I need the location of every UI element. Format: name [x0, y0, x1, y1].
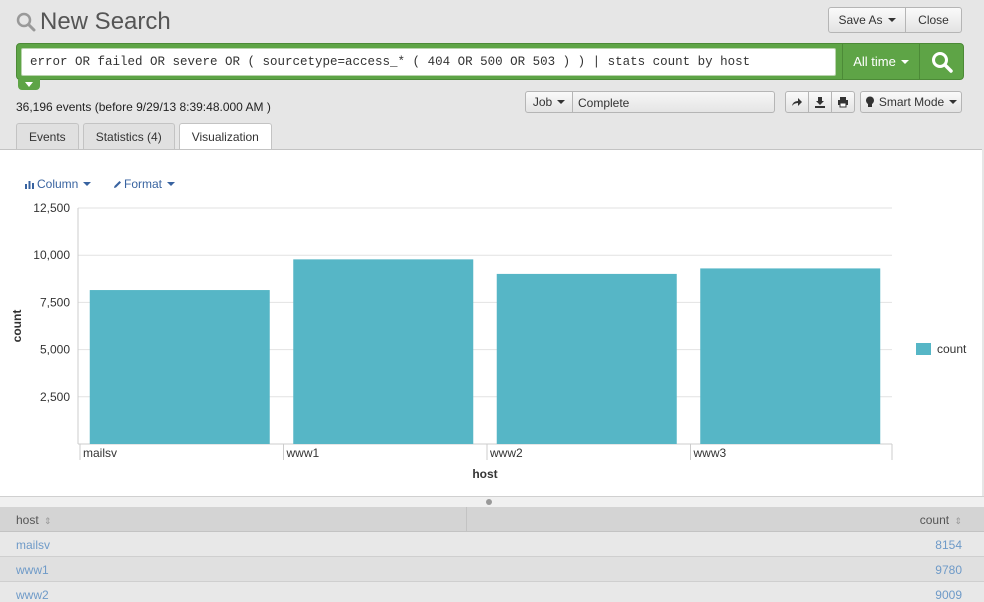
x-tick-label: www3 [693, 446, 727, 460]
y-tick-label: 12,500 [33, 201, 70, 215]
close-button[interactable]: Close [905, 7, 962, 33]
table-row: www1 9780 [0, 557, 984, 582]
search-input[interactable]: error OR failed OR severe OR ( sourcetyp… [21, 48, 836, 76]
print-icon [838, 97, 848, 108]
search-icon [932, 51, 953, 73]
sort-icon: ⇕ [44, 516, 52, 526]
close-label: Close [918, 13, 949, 27]
save-as-label: Save As [838, 13, 883, 27]
job-menu-button[interactable]: Job [525, 91, 573, 113]
search-mode-label: Smart Mode [878, 95, 945, 109]
y-tick-label: 5,000 [40, 343, 70, 357]
share-icon [792, 98, 802, 106]
sort-icon: ⇕ [954, 516, 962, 526]
share-button[interactable] [785, 91, 809, 113]
event-count: 36,196 events (before 9/29/13 8:39:48.00… [16, 100, 271, 114]
x-tick-label: www2 [489, 446, 523, 460]
export-button[interactable] [808, 91, 832, 113]
save-as-button[interactable]: Save As [828, 7, 906, 33]
table-row: mailsv 8154 [0, 532, 984, 557]
legend-swatch [916, 343, 931, 355]
print-button[interactable] [831, 91, 855, 113]
bar [496, 273, 677, 444]
chevron-down-icon [557, 100, 566, 104]
search-mode-button[interactable]: Smart Mode [860, 91, 962, 113]
page-title: New Search [40, 8, 171, 35]
column-chart: 2,500 5,000 7,500 10,000 12,500 mailsv www1 www… [10, 201, 893, 481]
chevron-down-icon [900, 59, 909, 64]
title-group: New Search [16, 8, 171, 36]
search-icon [16, 12, 36, 32]
chevron-down-icon [887, 18, 896, 22]
y-axis-title: count [10, 310, 24, 343]
visualization-panel: Column Format 2,500 5,000 7,500 10,000 12,50… [0, 149, 982, 496]
tab-visualization[interactable]: Visualization [178, 123, 272, 150]
x-tick-label: www1 [286, 446, 320, 460]
column-header-count[interactable]: count ⇕ [467, 507, 984, 531]
results-table: host ⇕ count ⇕ mailsv 8154 www1 9780 www… [0, 507, 984, 602]
job-label: Job [532, 95, 553, 109]
page-header: New Search Save As Close [0, 0, 984, 40]
job-status: Complete [573, 91, 775, 113]
x-axis-title: host [472, 467, 497, 481]
bar [700, 268, 881, 444]
bar [89, 290, 270, 444]
search-assistant-toggle[interactable] [18, 79, 40, 90]
count-link[interactable]: 9009 [467, 582, 984, 602]
table-row: www2 9009 [0, 582, 984, 602]
host-link[interactable]: mailsv [0, 532, 467, 556]
tab-statistics[interactable]: Statistics (4) [82, 123, 175, 149]
y-tick-label: 7,500 [40, 295, 70, 309]
tab-events[interactable]: Events [16, 123, 79, 149]
time-range-picker[interactable]: All time [842, 44, 920, 79]
y-tick-label: 10,000 [33, 248, 70, 262]
search-bar: error OR failed OR severe OR ( sourcetyp… [16, 43, 964, 80]
column-header-host[interactable]: host ⇕ [0, 507, 467, 531]
count-link[interactable]: 9780 [467, 557, 984, 581]
host-link[interactable]: www1 [0, 557, 467, 581]
host-link[interactable]: www2 [0, 582, 467, 602]
column-header-label: host [16, 513, 39, 527]
results-tabs: Events Statistics (4) Visualization [16, 123, 276, 150]
legend-label: count [937, 342, 967, 356]
table-header: host ⇕ count ⇕ [0, 507, 984, 532]
grip-icon [486, 499, 492, 505]
search-button[interactable] [921, 44, 963, 79]
y-tick-label: 2,500 [40, 390, 70, 404]
download-icon [815, 97, 825, 108]
chevron-down-icon [25, 82, 33, 87]
chevron-down-icon [949, 100, 958, 104]
x-tick-label: mailsv [83, 446, 117, 460]
column-header-label: count [919, 513, 950, 527]
chart-legend[interactable]: count [916, 342, 966, 356]
bar [293, 259, 474, 444]
count-link[interactable]: 8154 [467, 532, 984, 556]
time-range-label: All time [853, 54, 896, 69]
lightbulb-icon [865, 96, 874, 107]
